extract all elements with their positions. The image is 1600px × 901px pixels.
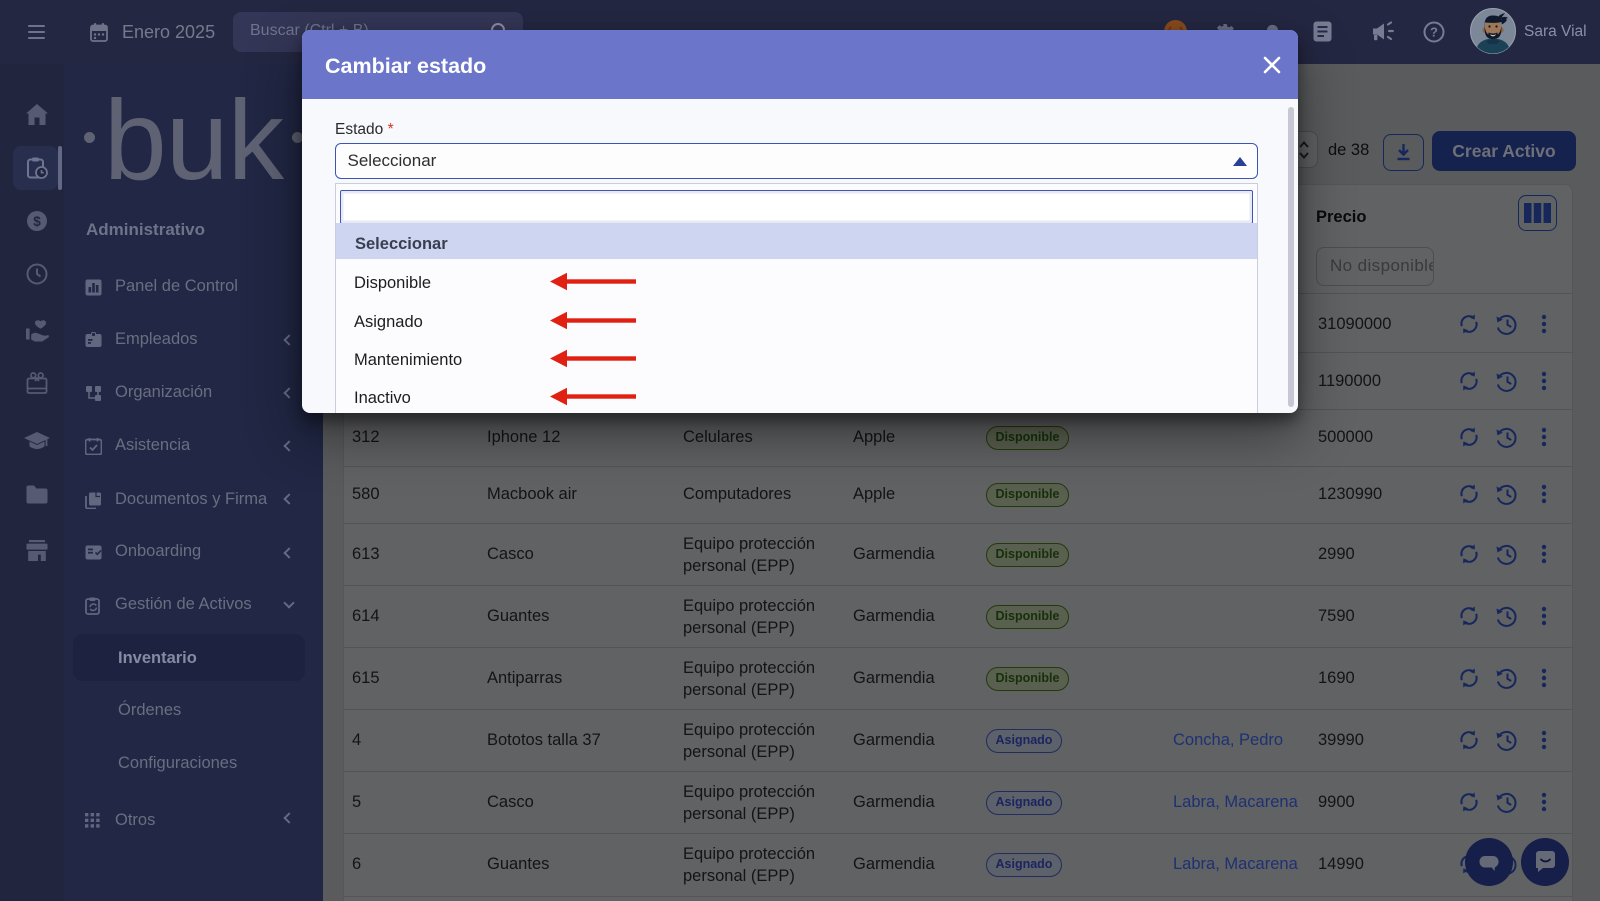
svg-text:$: $ xyxy=(33,214,41,229)
svg-text:?: ? xyxy=(1430,25,1438,40)
